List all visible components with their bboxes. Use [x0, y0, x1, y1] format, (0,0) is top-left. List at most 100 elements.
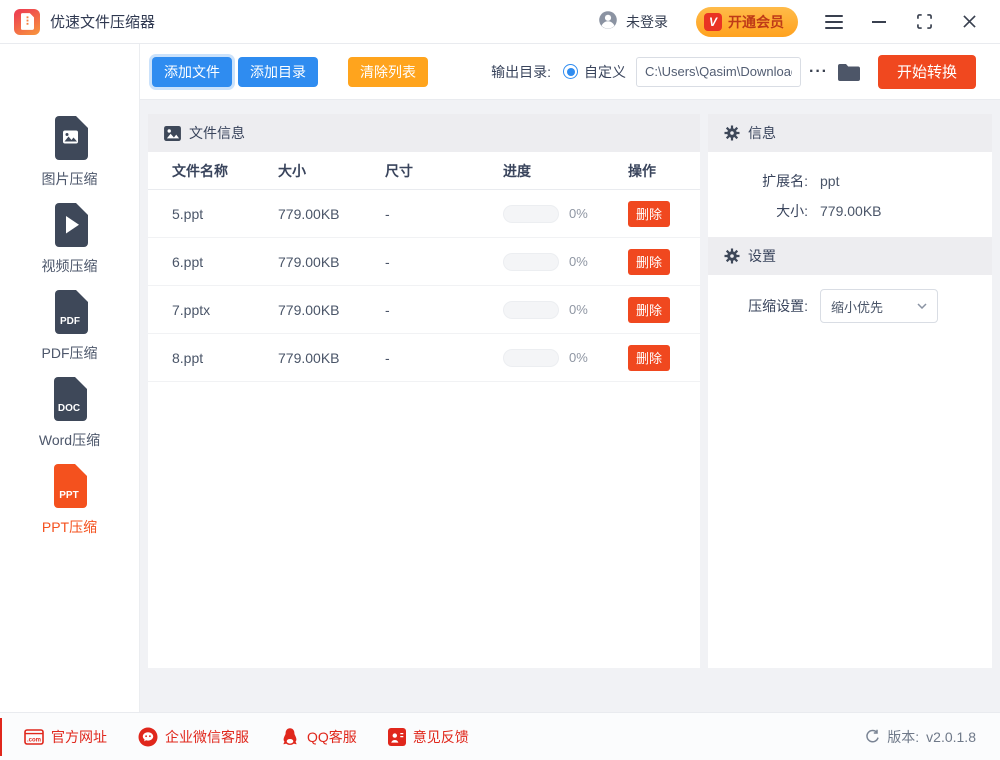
gear-icon	[724, 125, 740, 141]
output-dir-label: 输出目录:	[491, 62, 551, 82]
feedback-link[interactable]: 意见反馈	[388, 727, 469, 747]
file-name: 7.pptx	[172, 302, 278, 318]
size-label: 大小:	[708, 201, 808, 221]
wechat-icon	[138, 727, 158, 747]
menu-button[interactable]	[825, 13, 843, 31]
vip-button-label: 开通会员	[728, 12, 784, 32]
compress-setting-value: 缩小优先	[831, 297, 883, 316]
svg-text:PPT: PPT	[60, 490, 79, 501]
app-logo-icon	[14, 9, 40, 35]
progress-bar	[503, 349, 559, 367]
settings-header: 设置	[708, 237, 992, 275]
open-folder-button[interactable]	[838, 63, 860, 81]
qq-icon	[280, 727, 300, 747]
maximize-button[interactable]	[915, 13, 933, 31]
sidebar-item-image-compress[interactable]: 图片压缩	[42, 114, 98, 189]
custom-radio[interactable]	[563, 64, 578, 79]
vip-icon: V	[704, 13, 722, 31]
user-icon	[598, 10, 618, 33]
minimize-button[interactable]	[870, 13, 888, 31]
progress-bar	[503, 301, 559, 319]
delete-button[interactable]: 删除	[628, 249, 670, 275]
progress-bar	[503, 205, 559, 223]
footer-link-label: QQ客服	[307, 727, 357, 747]
version-area: 版本: v2.0.1.8	[865, 727, 976, 747]
file-info-panel: 文件信息 文件名称 大小 尺寸 进度 操作 5.ppt 779.00KB - 0…	[148, 114, 700, 668]
footer-link-label: 企业微信客服	[165, 727, 249, 747]
sidebar-item-pdf-compress[interactable]: PDF PDF压缩	[42, 288, 98, 363]
compress-setting-label: 压缩设置:	[708, 296, 808, 316]
col-filename: 文件名称	[172, 161, 278, 181]
col-progress: 进度	[503, 161, 628, 181]
sidebar: 图片压缩 视频压缩 PDF PDF压缩 DOC Word压缩 PPT PPT压缩	[0, 44, 140, 712]
file-size: 779.00KB	[278, 254, 385, 270]
app-title: 优速文件压缩器	[50, 11, 155, 32]
gear-icon	[724, 248, 740, 264]
file-dimension: -	[385, 254, 503, 270]
ext-value: ppt	[820, 173, 839, 189]
footer-link-label: 意见反馈	[413, 727, 469, 747]
ppt-file-icon: PPT	[49, 462, 89, 510]
sidebar-item-label: 视频压缩	[42, 256, 98, 276]
file-info-header: 文件信息	[148, 114, 700, 152]
sidebar-item-ppt-compress[interactable]: PPT PPT压缩	[42, 462, 97, 537]
pdf-file-icon: PDF	[50, 288, 90, 336]
svg-text:.com: .com	[27, 737, 41, 743]
folder-icon	[838, 63, 860, 81]
output-path-input[interactable]	[636, 57, 801, 87]
refresh-icon	[865, 729, 880, 744]
settings-title: 设置	[748, 246, 776, 266]
progress-percent: 0%	[569, 350, 588, 365]
sidebar-item-label: 图片压缩	[42, 169, 98, 189]
footer-link-label: 官方网址	[51, 727, 107, 747]
doc-file-icon: DOC	[49, 375, 89, 423]
start-convert-button[interactable]: 开始转换	[878, 55, 976, 89]
login-status-label: 未登录	[626, 12, 668, 32]
wechat-support-link[interactable]: 企业微信客服	[138, 727, 249, 747]
side-panel: 信息 扩展名: ppt 大小: 779.00KB 设置	[708, 114, 992, 668]
table-header: 文件名称 大小 尺寸 进度 操作	[148, 152, 700, 190]
add-folder-button[interactable]: 添加目录	[238, 57, 318, 87]
file-size: 779.00KB	[278, 206, 385, 222]
table-row: 7.pptx 779.00KB - 0% 删除	[148, 286, 700, 334]
browse-more-button[interactable]: ···	[809, 63, 828, 81]
login-area[interactable]: 未登录	[598, 10, 668, 33]
delete-button[interactable]: 删除	[628, 297, 670, 323]
chevron-down-icon	[917, 303, 927, 309]
content-area: 文件信息 文件名称 大小 尺寸 进度 操作 5.ppt 779.00KB - 0…	[140, 100, 1000, 712]
table-row: 6.ppt 779.00KB - 0% 删除	[148, 238, 700, 286]
file-dimension: -	[385, 206, 503, 222]
info-header: 信息	[708, 114, 992, 152]
sidebar-item-label: PDF压缩	[42, 343, 98, 363]
version-label: 版本:	[887, 727, 919, 747]
marquee-edge	[0, 718, 2, 756]
open-vip-button[interactable]: V 开通会员	[696, 7, 798, 37]
table-row: 5.ppt 779.00KB - 0% 删除	[148, 190, 700, 238]
clear-list-button[interactable]: 清除列表	[348, 57, 428, 87]
col-action: 操作	[628, 161, 684, 181]
official-website-link[interactable]: .com 官方网址	[24, 727, 107, 747]
compress-setting-select[interactable]: 缩小优先	[820, 289, 938, 323]
file-size: 779.00KB	[278, 302, 385, 318]
toolbar: 添加文件 添加目录 清除列表 输出目录: 自定义 ··· 开始转换	[140, 44, 1000, 100]
progress-percent: 0%	[569, 206, 588, 221]
svg-text:DOC: DOC	[58, 403, 80, 414]
progress-bar	[503, 253, 559, 271]
settings-body: 压缩设置: 缩小优先	[708, 275, 992, 321]
col-size: 大小	[278, 161, 385, 181]
qq-support-link[interactable]: QQ客服	[280, 727, 357, 747]
sidebar-item-video-compress[interactable]: 视频压缩	[42, 201, 98, 276]
close-button[interactable]	[960, 13, 978, 31]
sidebar-item-word-compress[interactable]: DOC Word压缩	[39, 375, 100, 450]
size-value: 779.00KB	[820, 203, 882, 219]
website-icon: .com	[24, 729, 44, 745]
video-file-icon	[50, 201, 90, 249]
sidebar-item-label: PPT压缩	[42, 517, 97, 537]
info-body: 扩展名: ppt 大小: 779.00KB	[708, 152, 992, 237]
file-dimension: -	[385, 302, 503, 318]
info-title: 信息	[748, 123, 776, 143]
add-file-button[interactable]: 添加文件	[152, 57, 232, 87]
delete-button[interactable]: 删除	[628, 345, 670, 371]
delete-button[interactable]: 删除	[628, 201, 670, 227]
svg-text:PDF: PDF	[60, 316, 80, 327]
